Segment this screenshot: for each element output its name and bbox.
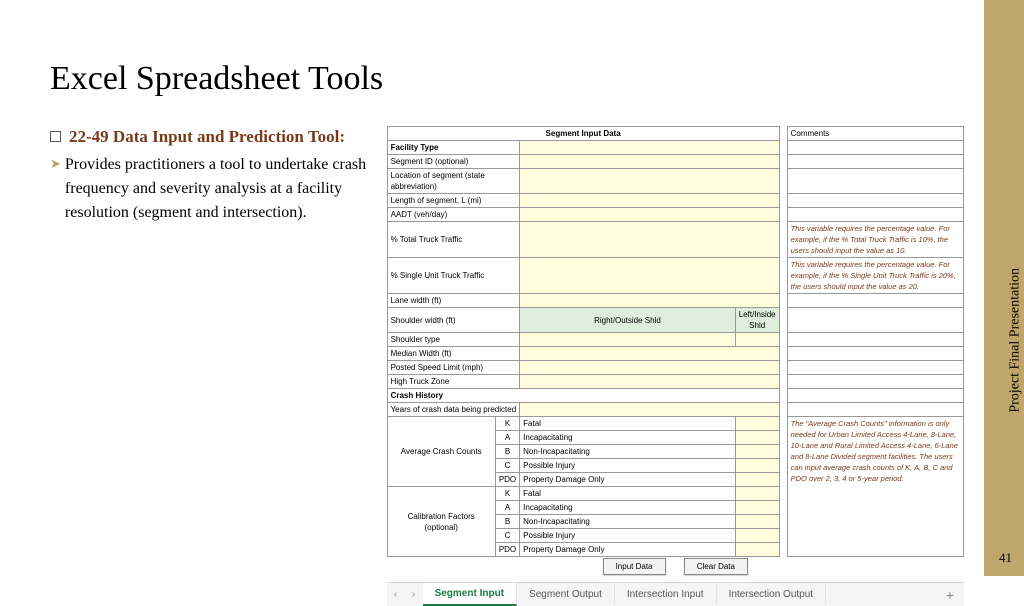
tab-intersection-output[interactable]: Intersection Output bbox=[717, 584, 827, 605]
sidebar: Project Final Presentation 41 bbox=[984, 0, 1024, 576]
cat-k: K bbox=[495, 417, 519, 431]
tab-intersection-input[interactable]: Intersection Input bbox=[615, 584, 717, 605]
tab-prev-icon[interactable]: ‹ bbox=[387, 589, 405, 600]
comment-truck1: This variable requires the percentage va… bbox=[787, 222, 963, 258]
tab-segment-input[interactable]: Segment Input bbox=[423, 583, 517, 606]
row-shoulder-type: Shoulder type bbox=[387, 333, 520, 347]
page-title: Excel Spreadsheet Tools bbox=[50, 60, 964, 98]
bullet-square-icon bbox=[50, 131, 61, 142]
row-years: Years of crash data being predicted bbox=[387, 403, 520, 417]
row-crash-history: Crash History bbox=[387, 389, 779, 403]
cat-pdo: PDO bbox=[495, 473, 519, 487]
lbl-pdo: Property Damage Only bbox=[520, 473, 736, 487]
tab-segment-output[interactable]: Segment Output bbox=[517, 584, 615, 605]
row-posted-speed: Posted Speed Limit (mph) bbox=[387, 361, 520, 375]
row-segment-id: Segment ID (optional) bbox=[387, 155, 520, 169]
left-column: 22-49 Data Input and Prediction Tool: ➤ … bbox=[50, 126, 369, 606]
row-facility-type: Facility Type bbox=[387, 141, 520, 155]
comments-header: Comments bbox=[787, 127, 963, 141]
row-aadt: AADT (veh/day) bbox=[387, 208, 520, 222]
lbl-noninc: Non-Incapacitating bbox=[520, 445, 736, 459]
sheet-tabbar: ‹ › Segment Input Segment Output Interse… bbox=[387, 582, 964, 606]
row-calib: Calibration Factors (optional) bbox=[387, 487, 495, 557]
bullet-description: Provides practitioners a tool to underta… bbox=[65, 153, 369, 225]
excel-screenshot: Segment Input Data Comments Facility Typ… bbox=[387, 126, 964, 606]
tab-next-icon[interactable]: › bbox=[405, 589, 423, 600]
cat-a: A bbox=[495, 431, 519, 445]
row-single-unit: % Single Unit Truck Traffic bbox=[387, 258, 520, 294]
row-avg-crash: Average Crash Counts bbox=[387, 417, 495, 487]
tab-add-icon[interactable]: + bbox=[936, 585, 964, 605]
row-shoulder-width: Shoulder width (ft) bbox=[387, 308, 520, 333]
comment-truck2: This variable requires the percentage va… bbox=[787, 258, 963, 294]
row-total-truck: % Total Truck Traffic bbox=[387, 222, 520, 258]
row-lane-width: Lane width (ft) bbox=[387, 294, 520, 308]
cat-c: C bbox=[495, 459, 519, 473]
row-high-truck: High Truck Zone bbox=[387, 375, 520, 389]
bullet-heading: 22-49 Data Input and Prediction Tool: bbox=[69, 126, 345, 149]
row-median-width: Median Width (ft) bbox=[387, 347, 520, 361]
clear-data-button[interactable]: Clear Data bbox=[684, 558, 748, 575]
lbl-incap: Incapacitating bbox=[520, 431, 736, 445]
comment-avg: The "Average Crash Counts" information i… bbox=[787, 417, 963, 557]
sheet-header: Segment Input Data bbox=[387, 127, 779, 141]
input-data-button[interactable]: Input Data bbox=[603, 558, 666, 575]
arrow-icon: ➤ bbox=[50, 156, 61, 225]
cell-right-shld: Right/Outside Shld bbox=[520, 308, 736, 333]
cell-left-shld: Left/Inside Shld bbox=[735, 308, 779, 333]
cat-b: B bbox=[495, 445, 519, 459]
lbl-poss: Possible Injury bbox=[520, 459, 736, 473]
sidebar-label: Project Final Presentation bbox=[1008, 268, 1024, 413]
row-location: Location of segment (state abbreviation) bbox=[387, 169, 520, 194]
lbl-fatal: Fatal bbox=[520, 417, 736, 431]
row-length: Length of segment, L (mi) bbox=[387, 194, 520, 208]
page-number: 41 bbox=[999, 550, 1012, 566]
